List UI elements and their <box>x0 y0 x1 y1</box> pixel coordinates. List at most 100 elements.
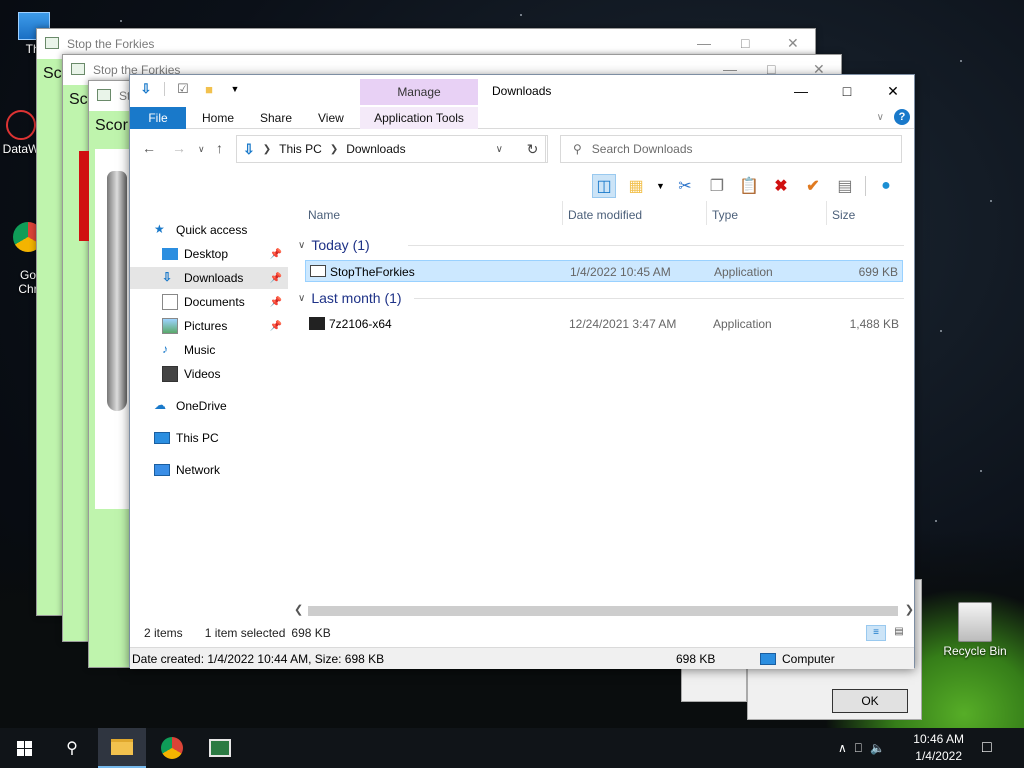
copy-icon[interactable]: ❐ <box>705 174 729 198</box>
tab-home[interactable]: Home <box>188 107 248 129</box>
pin-icon: 📌 <box>269 320 282 332</box>
desktop-icon-label: DataW <box>2 142 40 156</box>
back-arrow-icon[interactable]: ← <box>142 140 156 156</box>
title-bar[interactable]: ⇩ ☑ ■ ▼ Manage Downloads — □ ✕ <box>130 75 914 107</box>
download-arrow-icon[interactable]: ⇩ <box>138 81 154 97</box>
file-row[interactable]: StopTheForkies 1/4/2022 10:45 AM Applica… <box>305 260 903 282</box>
file-type: Application <box>713 317 772 331</box>
tab-view[interactable]: View <box>304 107 358 129</box>
breadcrumb-separator: ❯ <box>262 143 272 155</box>
sidebar-item-onedrive[interactable]: ☁ OneDrive <box>154 395 284 417</box>
forward-arrow-icon[interactable]: → <box>172 140 186 156</box>
column-header-date-modified[interactable]: Date modified <box>568 208 642 222</box>
notifications-button[interactable]: □ <box>982 728 992 768</box>
column-header-size[interactable]: Size <box>832 208 855 222</box>
network-icon[interactable]: ⎕ <box>855 741 862 756</box>
score-label: Scor <box>95 117 128 134</box>
network-icon <box>154 464 170 476</box>
paste-icon[interactable]: 📋 <box>737 174 761 198</box>
minimize-icon[interactable]: — <box>697 35 711 51</box>
large-icons-view-icon[interactable]: ▤ <box>890 625 908 641</box>
chevron-down-icon: ∨ <box>298 239 306 251</box>
new-folder-icon[interactable]: ■ <box>201 81 217 97</box>
sidebar-item-network[interactable]: Network <box>154 459 284 481</box>
ok-button[interactable]: OK <box>832 689 908 713</box>
quick-access-toolbar: ⇩ ☑ ■ ▼ <box>138 81 243 97</box>
column-divider[interactable] <box>826 201 827 225</box>
close-button[interactable]: ✕ <box>870 75 916 107</box>
file-type: Application <box>714 265 773 279</box>
breadcrumb-this-pc[interactable]: This PC <box>279 142 322 156</box>
clock-date: 1/4/2022 <box>915 749 962 763</box>
manage-tab[interactable]: Manage <box>360 79 478 105</box>
sidebar-item-downloads[interactable]: ⇩ Downloads 📌 <box>130 267 288 289</box>
recent-locations-icon[interactable]: ∨ <box>198 144 205 155</box>
details-view-icon[interactable]: ≡ <box>866 625 886 641</box>
sidebar-item-desktop[interactable]: Desktop 📌 <box>130 243 288 265</box>
search-button[interactable]: ⚲ <box>48 728 96 768</box>
sidebar-item-label: Desktop <box>184 247 229 261</box>
address-bar[interactable]: ⇩ ❯ This PC ❯ Downloads ∨ <box>236 135 546 163</box>
app-icon <box>97 89 111 101</box>
cut-icon[interactable]: ✂ <box>673 174 697 198</box>
desktop-icon-recycle-bin[interactable]: Recycle Bin <box>940 602 1010 658</box>
divider <box>164 82 165 96</box>
minimize-button[interactable]: — <box>778 75 824 107</box>
sidebar-item-pictures[interactable]: Pictures 📌 <box>130 315 288 337</box>
sidebar-item-quick-access[interactable]: ★ Quick access <box>154 219 284 241</box>
file-size: 699 KB <box>858 265 898 279</box>
properties-icon[interactable]: ☑ <box>175 81 191 97</box>
rename-icon[interactable]: ▤ <box>833 174 857 198</box>
pin-icon: 📌 <box>269 296 282 308</box>
file-explorer-window[interactable]: ⇩ ☑ ■ ▼ Manage Downloads — □ ✕ File Home… <box>129 74 915 669</box>
tab-share[interactable]: Share <box>246 107 306 129</box>
close-icon[interactable]: ✕ <box>787 35 799 52</box>
up-arrow-icon[interactable]: ↑ <box>216 140 223 156</box>
taskbar-stop-the-forkies[interactable] <box>196 728 244 768</box>
check-icon[interactable]: ✔ <box>801 174 825 198</box>
address-dropdown-icon[interactable]: ∨ <box>496 144 503 155</box>
sidebar-item-music[interactable]: ♪ Music <box>130 339 288 361</box>
tab-application-tools[interactable]: Application Tools <box>360 107 478 129</box>
atom-icon <box>6 110 36 140</box>
maximize-button[interactable]: □ <box>824 75 870 107</box>
start-button[interactable] <box>0 728 48 768</box>
scroll-right-icon[interactable]: ❯ <box>905 603 914 616</box>
sidebar-item-label: Videos <box>184 367 221 381</box>
help-icon[interactable]: ? <box>894 109 910 125</box>
refresh-button[interactable]: ↻ <box>518 135 548 163</box>
column-divider[interactable] <box>706 201 707 225</box>
breadcrumb-downloads[interactable]: Downloads <box>346 142 405 156</box>
sidebar-item-documents[interactable]: Documents 📌 <box>130 291 288 313</box>
dropdown-icon[interactable]: ▼ <box>656 181 665 191</box>
column-divider[interactable] <box>562 201 563 225</box>
computer-icon <box>760 652 776 665</box>
taskbar-chrome[interactable] <box>148 728 196 768</box>
expand-ribbon-icon[interactable]: ∨ <box>877 112 884 123</box>
tab-file[interactable]: File <box>130 107 186 129</box>
scrollbar-thumb[interactable] <box>308 606 898 616</box>
horizontal-scrollbar[interactable]: ❮ ❯ <box>294 603 914 619</box>
preview-pane-icon[interactable]: ◫ <box>592 174 616 198</box>
scroll-left-icon[interactable]: ❮ <box>294 603 303 616</box>
window-title: Downloads <box>492 84 552 98</box>
clock[interactable]: 10:46 AM 1/4/2022 <box>913 731 964 765</box>
file-name: 7z2106-x64 <box>329 317 392 331</box>
file-row[interactable]: 7z2106-x64 12/24/2021 3:47 AM Applicatio… <box>305 313 903 335</box>
taskbar-file-explorer[interactable] <box>98 728 146 768</box>
globe-icon[interactable]: ● <box>874 174 898 198</box>
search-input[interactable]: ⚲ Search Downloads <box>560 135 902 163</box>
column-header-name[interactable]: Name <box>308 208 340 222</box>
group-header-today[interactable]: ∨ Today (1) <box>298 235 904 255</box>
maximize-icon[interactable]: □ <box>741 35 749 51</box>
delete-icon[interactable]: ✖ <box>769 174 793 198</box>
folder-options-icon[interactable]: ▦ <box>624 174 648 198</box>
breadcrumb-separator: ❯ <box>329 143 339 155</box>
column-header-type[interactable]: Type <box>712 208 738 222</box>
sidebar-item-videos[interactable]: Videos <box>130 363 288 385</box>
volume-muted-icon[interactable]: 🔈 <box>870 741 885 755</box>
sidebar-item-this-pc[interactable]: This PC <box>154 427 284 449</box>
customize-dropdown-icon[interactable]: ▼ <box>227 81 243 97</box>
group-header-last-month[interactable]: ∨ Last month (1) <box>298 288 904 308</box>
chevron-up-icon[interactable]: ∧ <box>838 741 847 755</box>
